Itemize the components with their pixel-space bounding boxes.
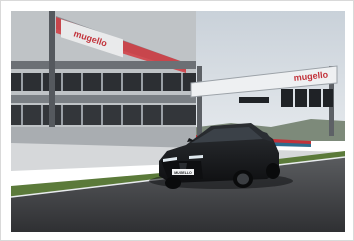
grandstand-building — [11, 11, 196, 151]
race-track-photo: mugello mugello MUGELLO — [11, 11, 345, 232]
license-plate-text: MUGELLO — [174, 171, 192, 175]
image-frame: mugello mugello MUGELLO — [0, 0, 354, 241]
